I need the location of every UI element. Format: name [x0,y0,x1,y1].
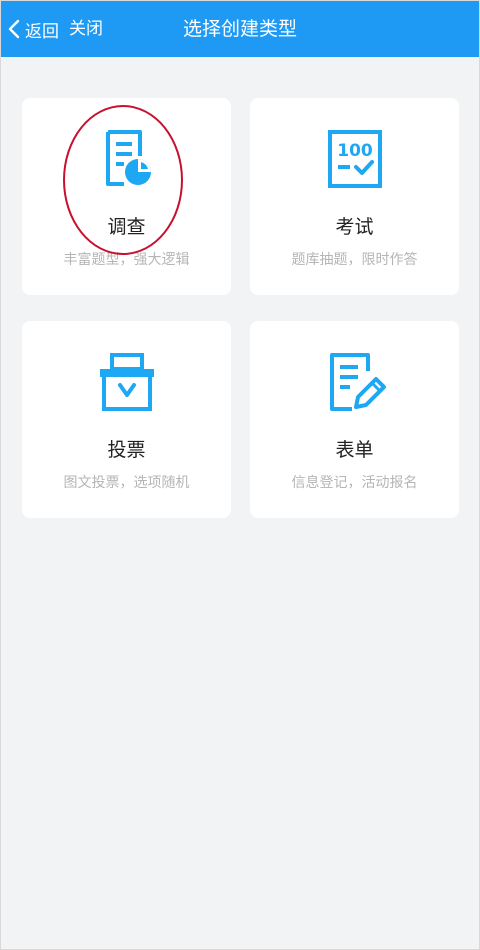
card-title: 投票 [107,439,146,461]
vote-icon [94,349,160,415]
card-description: 丰富题型，强大逻辑 [63,252,190,268]
top-bar: 返回 关闭 选择创建类型 [1,1,479,57]
exam-icon: 100 [322,126,388,192]
card-title: 调查 [107,216,146,238]
card-title: 考试 [335,216,374,238]
form-card[interactable]: 表单 信息登记，活动报名 [250,321,459,518]
exam-card[interactable]: 100 考试 题库抽题，限时作答 [250,98,459,295]
survey-icon [94,126,160,192]
card-description: 信息登记，活动报名 [291,475,418,491]
page-title: 选择创建类型 [182,18,297,40]
svg-text:100: 100 [337,141,373,161]
screen: 返回 关闭 选择创建类型 调查 丰富题型，强大逻辑 100 考试 题库抽题，限时… [0,0,480,950]
card-description: 题库抽题，限时作答 [291,252,418,268]
vote-card[interactable]: 投票 图文投票，选项随机 [22,321,231,518]
form-icon [322,349,388,415]
card-title: 表单 [335,439,374,461]
card-description: 图文投票，选项随机 [63,475,190,491]
survey-card[interactable]: 调查 丰富题型，强大逻辑 [22,98,231,295]
